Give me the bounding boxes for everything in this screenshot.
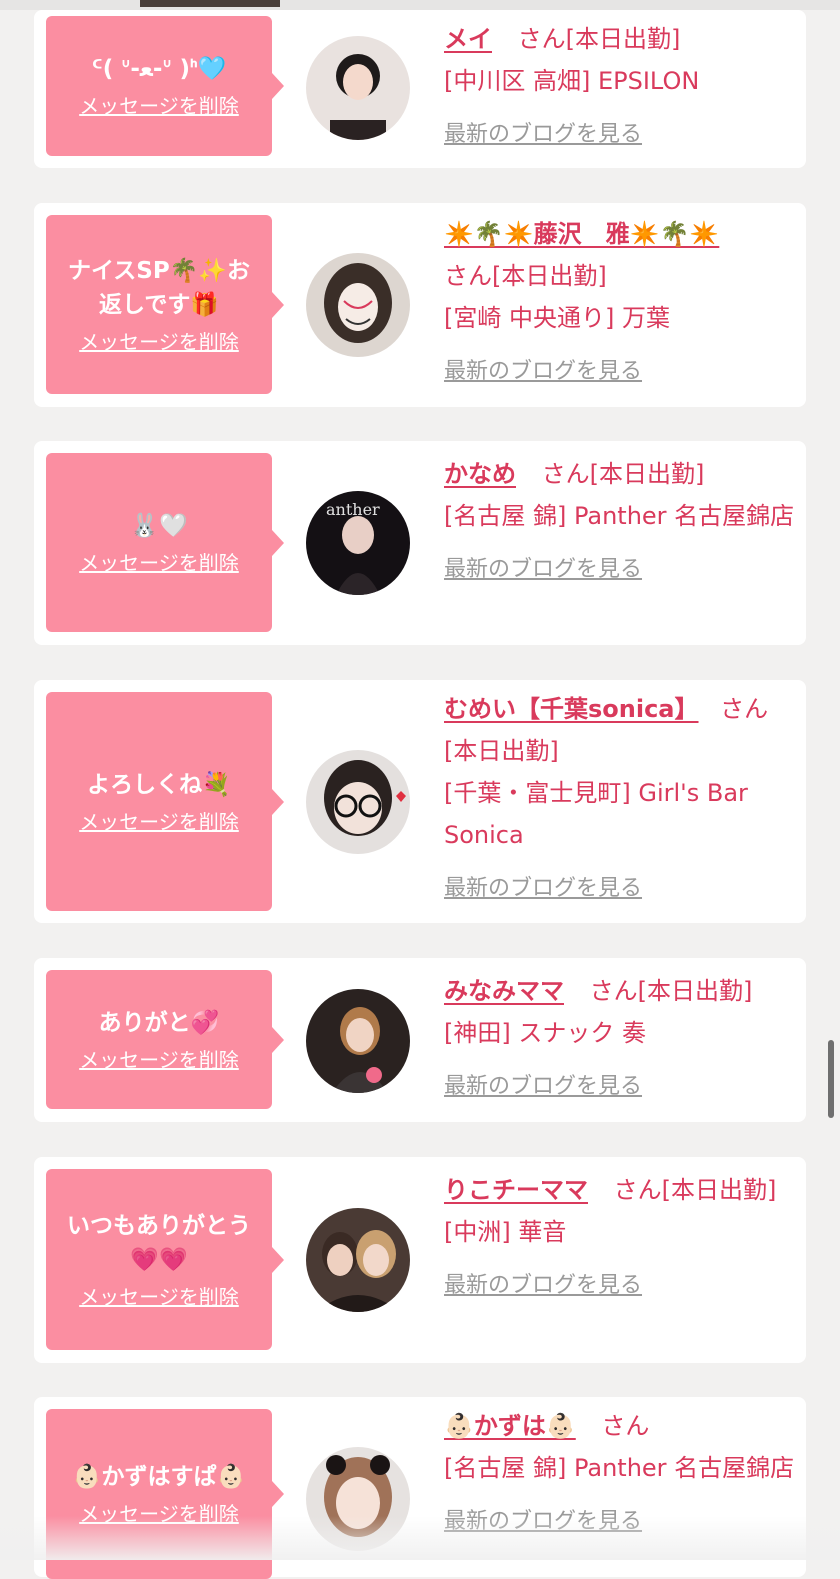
avatar[interactable] [306, 989, 410, 1093]
honorific-status: さん[本日出勤] [613, 1176, 777, 1204]
message-card: よろしくね︎💐 メッセージを削除 むめい【千葉sonica】 さん[本日出勤] … [34, 680, 806, 923]
svg-text:anther: anther [326, 500, 380, 519]
cast-info: りこチーママ さん[本日出勤] [中洲] 華音 最新のブログを見る [444, 1169, 796, 1307]
message-text: 🐰🤍 [130, 512, 188, 539]
scrollbar-thumb[interactable] [828, 1040, 834, 1118]
message-text: ありがと💞 [98, 1009, 220, 1036]
cast-name-link[interactable]: むめい【千葉sonica】 [444, 695, 699, 723]
message-card: 🐰🤍 メッセージを削除 anther かなめ さん[本日出勤] [名古屋 錦] … [34, 441, 806, 645]
avatar[interactable]: anther [306, 491, 410, 595]
honorific-status: さん[本日出勤] [444, 262, 607, 290]
message-card: ありがと💞 メッセージを削除 みなみママ さん[本日出勤] [神田] スナック … [34, 958, 806, 1122]
message-bubble: いつもありがとう💗💗 メッセージを削除 [46, 1169, 284, 1350]
shop-info: [名古屋 錦] Panther 名古屋錦店 [444, 502, 795, 530]
avatar[interactable] [306, 253, 410, 357]
cast-name-link[interactable]: りこチーママ [444, 1176, 588, 1204]
message-bubble: ᑦ( ᐡ-ﻌ-ᐡ )ᑋ🩵 メッセージを削除 [46, 16, 284, 156]
delete-message-link[interactable]: メッセージを削除 [79, 549, 239, 577]
cast-name-link[interactable]: 👶🏻かずは👶🏻 [444, 1412, 576, 1440]
message-text: ᑦ( ᐡ-ﻌ-ᐡ )ᑋ🩵 [91, 56, 227, 82]
shop-info: [名古屋 錦] Panther 名古屋錦店 [444, 1454, 795, 1482]
message-card: ᑦ( ᐡ-ﻌ-ᐡ )ᑋ🩵 メッセージを削除 メイ さん[本日出勤] [中川区 高… [34, 10, 806, 168]
shop-info: [中洲] 華音 [444, 1218, 567, 1246]
latest-blog-link[interactable]: 最新のブログを見る [444, 868, 796, 910]
message-card: いつもありがとう💗💗 メッセージを削除 りこチーママ さん[本日出勤] [中洲]… [34, 1157, 806, 1363]
cast-name-link[interactable]: みなみママ [444, 977, 564, 1005]
shop-info: [神田] スナック 奏 [444, 1019, 646, 1047]
delete-message-link[interactable]: メッセージを削除 [79, 92, 239, 120]
delete-message-link[interactable]: メッセージを削除 [79, 1046, 239, 1074]
latest-blog-link[interactable]: 最新のブログを見る [444, 114, 796, 156]
message-bubble: 🐰🤍 メッセージを削除 [46, 453, 284, 632]
latest-blog-link[interactable]: 最新のブログを見る [444, 1066, 796, 1108]
message-text: いつもありがとう💗💗 [67, 1212, 251, 1273]
message-bubble: よろしくね︎💐 メッセージを削除 [46, 692, 284, 911]
cast-name-link[interactable]: ✴️🌴✴️藤沢 雅✴️🌴✴️ [444, 220, 719, 248]
avatar[interactable] [306, 1208, 410, 1312]
honorific-status: さん[本日出勤] [517, 25, 681, 53]
message-text: 👶🏻かずはすぱ👶🏻 [72, 1464, 246, 1490]
bottom-fade [0, 1516, 840, 1560]
honorific-status: さん[本日出勤] [541, 460, 705, 488]
delete-message-link[interactable]: メッセージを削除 [79, 808, 239, 836]
cast-info: むめい【千葉sonica】 さん[本日出勤] [千葉・富士見町] Girl's … [444, 688, 796, 910]
shop-info: [宮崎 中央通り] 万葉 [444, 304, 670, 332]
browser-top-bar [0, 0, 840, 10]
message-bubble: ありがと💞 メッセージを削除 [46, 970, 284, 1109]
avatar[interactable] [306, 36, 410, 140]
cast-info: ✴️🌴✴️藤沢 雅✴️🌴✴️ さん[本日出勤] [宮崎 中央通り] 万葉 最新の… [444, 213, 796, 393]
delete-message-link[interactable]: メッセージを削除 [79, 328, 239, 356]
cast-info: みなみママ さん[本日出勤] [神田] スナック 奏 最新のブログを見る [444, 970, 796, 1108]
honorific-status: さん[本日出勤] [589, 977, 753, 1005]
message-bubble: ナイスSP🌴✨お返しです🎁 メッセージを削除 [46, 215, 284, 394]
top-tab-indicator [140, 0, 280, 7]
message-card: ナイスSP🌴✨お返しです🎁 メッセージを削除 ✴️🌴✴️藤沢 雅✴️🌴✴️ さん… [34, 203, 806, 407]
shop-info: [中川区 高畑] EPSILON [444, 67, 700, 95]
message-text: ナイスSP🌴✨お返しです🎁 [67, 257, 250, 318]
avatar[interactable] [306, 750, 410, 854]
cast-name-link[interactable]: メイ [444, 25, 492, 53]
latest-blog-link[interactable]: 最新のブログを見る [444, 351, 796, 393]
delete-message-link[interactable]: メッセージを削除 [79, 1283, 239, 1311]
honorific-status: さん [601, 1412, 650, 1440]
cast-info: メイ さん[本日出勤] [中川区 高畑] EPSILON 最新のブログを見る [444, 18, 796, 156]
cast-info: かなめ さん[本日出勤] [名古屋 錦] Panther 名古屋錦店 最新のブロ… [444, 453, 796, 591]
latest-blog-link[interactable]: 最新のブログを見る [444, 549, 796, 591]
latest-blog-link[interactable]: 最新のブログを見る [444, 1265, 796, 1307]
shop-info: [千葉・富士見町] Girl's Bar Sonica [444, 779, 748, 849]
message-text: よろしくね︎💐 [87, 771, 231, 798]
cast-name-link[interactable]: かなめ [444, 460, 516, 488]
